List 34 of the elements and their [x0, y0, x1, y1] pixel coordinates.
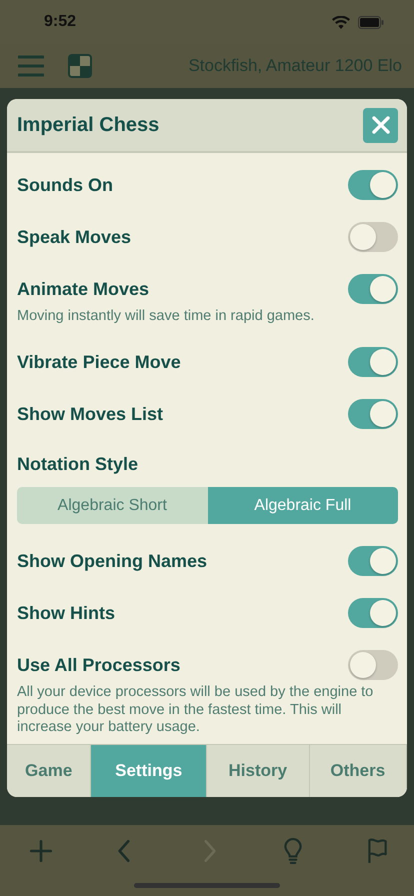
close-button[interactable]: [363, 108, 398, 142]
toggle-switch[interactable]: [348, 650, 398, 680]
toggle-switch[interactable]: [348, 170, 398, 200]
plus-icon: [28, 838, 54, 864]
toggle-switch[interactable]: [348, 222, 398, 252]
setting-label: Show Opening Names: [17, 550, 208, 573]
setting-label: Show Moves List: [17, 402, 164, 426]
setting-note: All your device processors will be used by the engine to produce the best move in the fastest time. This will increase your battery usage.: [17, 684, 374, 737]
tab[interactable]: Settings: [91, 745, 207, 797]
segment-option[interactable]: Algebraic Short: [17, 487, 208, 524]
toggle-switch[interactable]: [348, 399, 398, 430]
tab[interactable]: Others: [310, 745, 407, 797]
status-time: 9:52: [44, 12, 76, 32]
close-icon: [372, 116, 390, 134]
setting-label: Animate Moves: [17, 278, 150, 300]
setting-label: Notation Style: [17, 453, 138, 476]
setting-note: Moving instantly will save time in rapid games.: [17, 308, 316, 326]
tab[interactable]: History: [207, 745, 310, 797]
setting-label: Sounds On: [17, 174, 113, 196]
battery-icon: [358, 16, 384, 28]
segment-option[interactable]: Algebraic Full: [208, 487, 398, 524]
board-icon: [68, 54, 92, 78]
tab[interactable]: Game: [7, 745, 92, 797]
setting-label: Show Hints: [17, 602, 115, 625]
wifi-icon: [332, 16, 350, 28]
dialog-title: Imperial Chess: [17, 113, 160, 138]
toggle-switch[interactable]: [348, 598, 398, 628]
toggle-switch[interactable]: [348, 347, 398, 378]
setting-label: Use All Processors: [17, 654, 180, 677]
toggle-switch[interactable]: [348, 274, 398, 304]
setting-label: Speak Moves: [17, 226, 132, 249]
menu-icon: [18, 54, 44, 77]
toggle-switch[interactable]: [348, 546, 398, 576]
setting-label: Vibrate Piece Move: [17, 350, 181, 374]
